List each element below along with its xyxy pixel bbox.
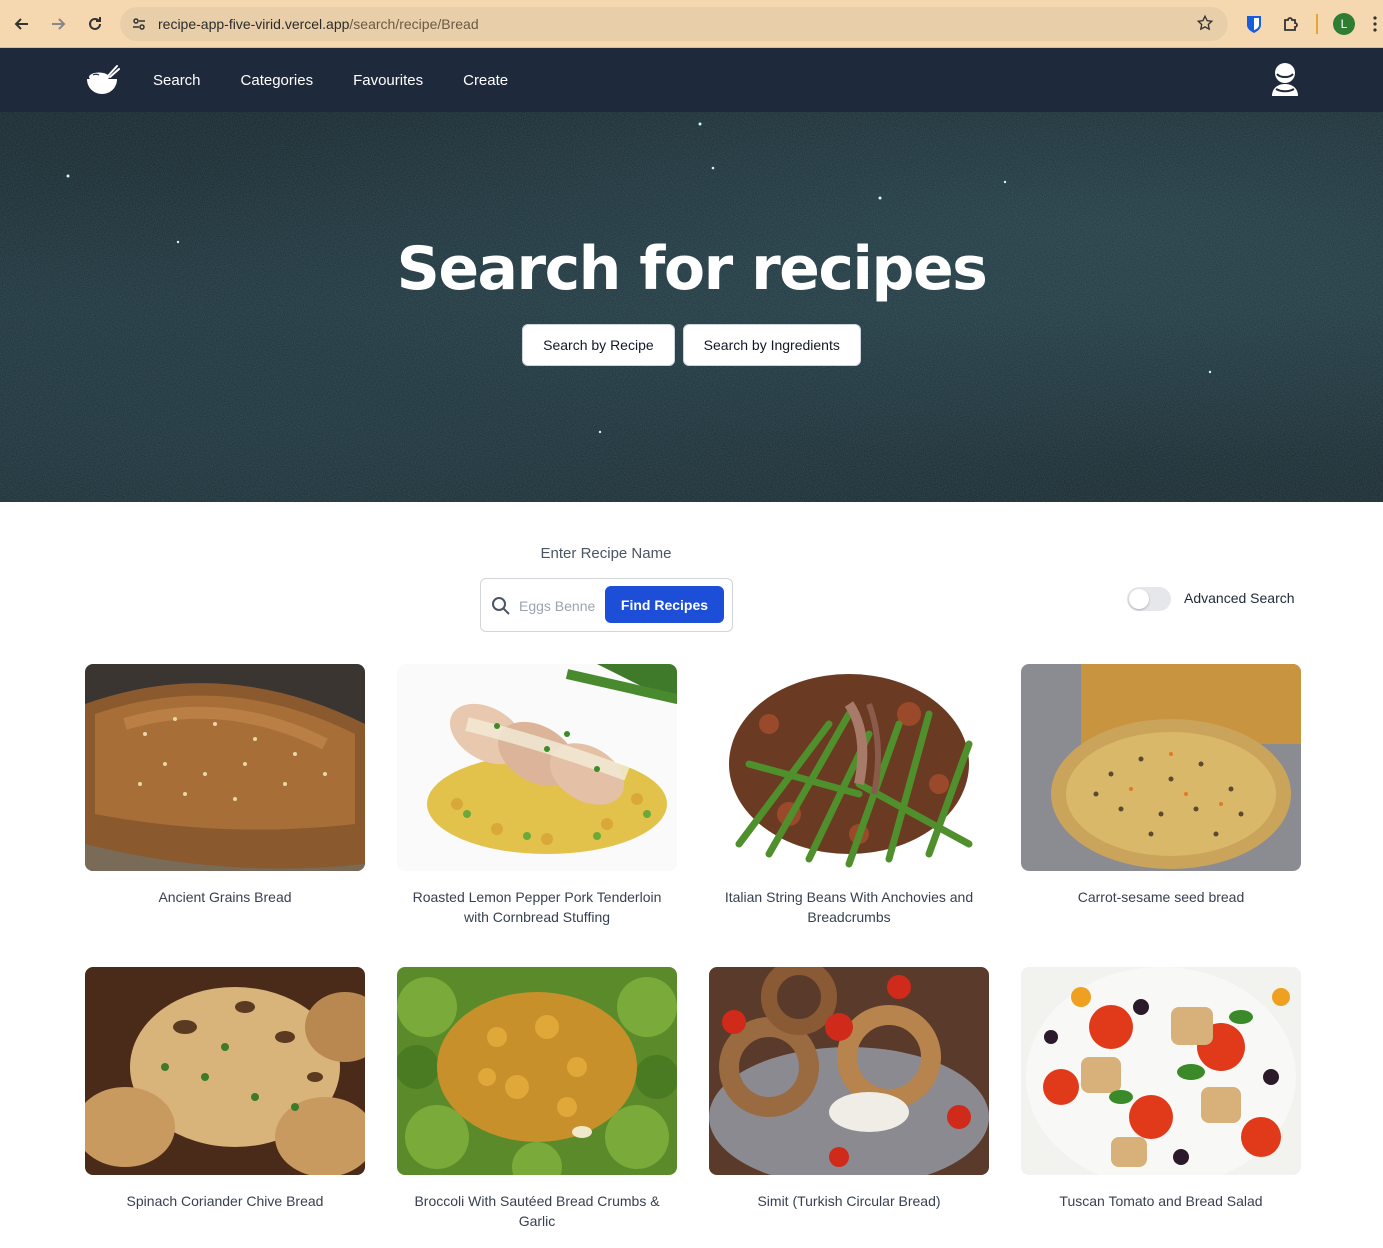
advanced-search-label: Advanced Search: [1184, 590, 1295, 606]
recipe-image-seed-bread[interactable]: [1021, 664, 1301, 871]
extensions-puzzle-icon[interactable]: [1279, 12, 1303, 36]
app-navbar: Search Categories Favourites Create: [0, 48, 1383, 112]
main-nav: Search Categories Favourites Create: [153, 48, 508, 112]
nav-create[interactable]: Create: [463, 72, 508, 89]
recipe-title[interactable]: Italian String Beans With Anchovies and …: [709, 887, 989, 927]
find-recipes-button[interactable]: Find Recipes: [605, 586, 724, 623]
site-settings-icon[interactable]: [128, 13, 150, 35]
hero-banner: Search for recipes Search by Recipe Sear…: [0, 112, 1383, 502]
recipe-image-seed-rolls[interactable]: [85, 967, 365, 1175]
toolbar-separator: [1316, 14, 1318, 34]
url-text: recipe-app-five-virid.vercel.app/search/…: [158, 16, 479, 32]
toggle-knob: [1129, 589, 1149, 609]
search-icon: [491, 596, 511, 616]
advanced-search-toggle[interactable]: [1127, 587, 1171, 611]
address-bar[interactable]: recipe-app-five-virid.vercel.app/search/…: [120, 7, 1228, 41]
recipe-title[interactable]: Spinach Coriander Chive Bread: [85, 1191, 365, 1211]
nav-search[interactable]: Search: [153, 72, 201, 89]
forward-icon[interactable]: [46, 12, 70, 36]
recipe-search-input[interactable]: [519, 594, 603, 618]
recipe-title[interactable]: Roasted Lemon Pepper Pork Tenderloin wit…: [397, 887, 677, 927]
recipe-title[interactable]: Broccoli With Sautéed Bread Crumbs & Gar…: [397, 1191, 677, 1231]
recipe-image-pork-tenderloin[interactable]: [397, 664, 677, 871]
hero-texture-background: [0, 112, 1383, 502]
back-icon[interactable]: [10, 12, 34, 36]
bitwarden-extension-icon[interactable]: [1242, 12, 1266, 36]
browser-menu-icon[interactable]: [1368, 12, 1382, 36]
user-account-icon[interactable]: [1268, 62, 1302, 98]
recipe-card[interactable]: Ancient Grains Bread: [85, 664, 365, 907]
search-by-ingredients-button[interactable]: Search by Ingredients: [682, 324, 861, 366]
recipe-card[interactable]: Roasted Lemon Pepper Pork Tenderloin wit…: [397, 664, 677, 927]
recipe-search-form: Find Recipes: [480, 578, 733, 632]
recipe-title[interactable]: Tuscan Tomato and Bread Salad: [1021, 1191, 1301, 1211]
search-mode-buttons: Search by Recipe Search by Ingredients: [0, 324, 1383, 366]
search-by-recipe-button[interactable]: Search by Recipe: [522, 324, 675, 366]
recipe-card[interactable]: Italian String Beans With Anchovies and …: [709, 664, 989, 927]
recipe-image-broccoli-crumbs[interactable]: [397, 967, 677, 1175]
browser-toolbar: recipe-app-five-virid.vercel.app/search/…: [0, 0, 1383, 48]
recipe-image-bread-loaf[interactable]: [85, 664, 365, 871]
recipe-title[interactable]: Ancient Grains Bread: [85, 887, 365, 907]
reload-icon[interactable]: [83, 12, 107, 36]
recipe-image-panzanella[interactable]: [1021, 967, 1301, 1175]
nav-favourites[interactable]: Favourites: [353, 72, 423, 89]
hero-title: Search for recipes: [396, 234, 988, 304]
recipe-card[interactable]: Simit (Turkish Circular Bread): [709, 967, 989, 1211]
recipe-image-string-beans[interactable]: [709, 664, 989, 871]
recipe-card[interactable]: Spinach Coriander Chive Bread: [85, 967, 365, 1211]
recipe-title[interactable]: Carrot-sesame seed bread: [1021, 887, 1301, 907]
nav-categories[interactable]: Categories: [241, 72, 314, 89]
recipe-image-simit[interactable]: [709, 967, 989, 1175]
rice-bowl-logo-icon[interactable]: [84, 62, 120, 98]
bookmark-star-icon[interactable]: [1196, 14, 1214, 37]
recipe-card[interactable]: Tuscan Tomato and Bread Salad: [1021, 967, 1301, 1211]
recipe-card[interactable]: Carrot-sesame seed bread: [1021, 664, 1301, 907]
profile-avatar[interactable]: L: [1333, 13, 1355, 35]
recipe-card[interactable]: Broccoli With Sautéed Bread Crumbs & Gar…: [397, 967, 677, 1231]
search-field-label: Enter Recipe Name: [540, 545, 672, 562]
recipe-title[interactable]: Simit (Turkish Circular Bread): [709, 1191, 989, 1211]
